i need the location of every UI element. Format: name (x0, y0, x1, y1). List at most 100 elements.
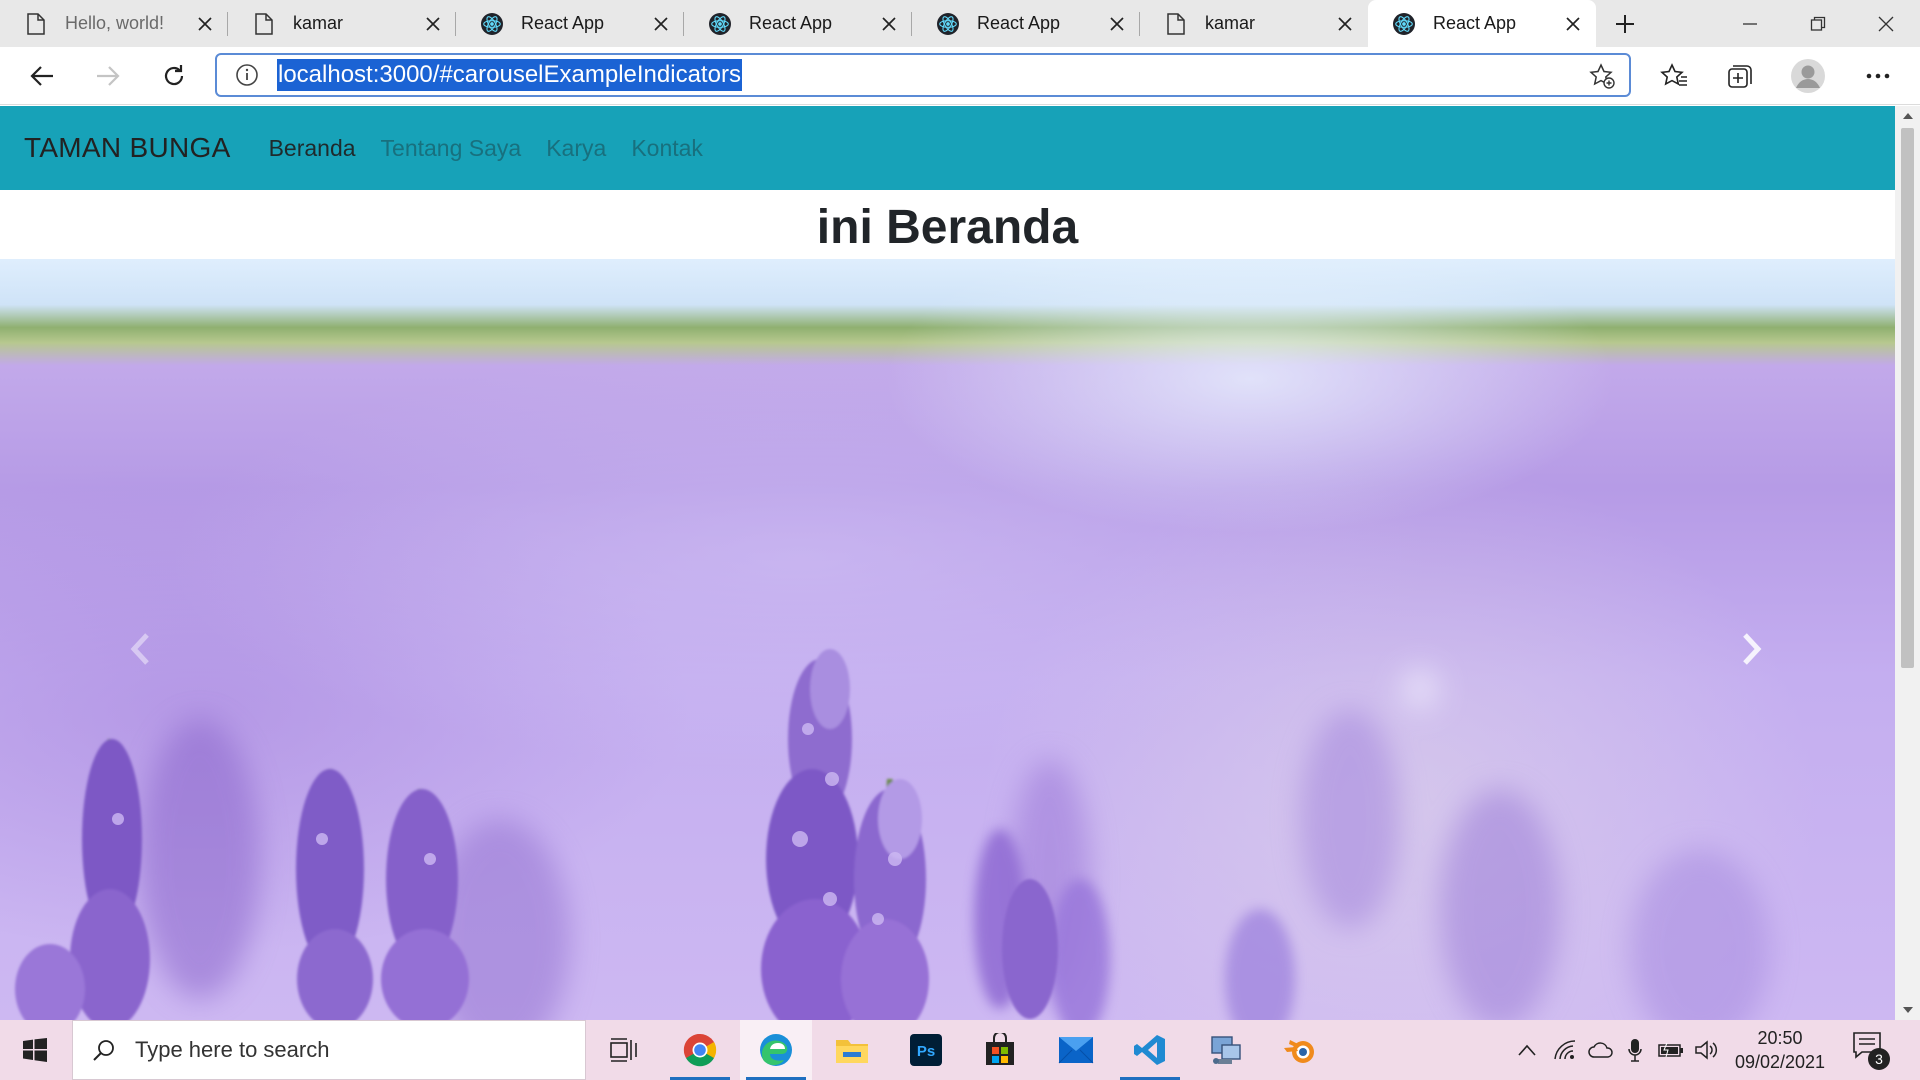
blender-icon (1284, 1040, 1314, 1063)
minimize-button[interactable] (1716, 0, 1784, 47)
taskbar-network-tool[interactable] (1190, 1020, 1262, 1080)
browser-tab[interactable]: React App (912, 0, 1140, 47)
tray-volume[interactable] (1690, 1020, 1724, 1080)
window-controls (1716, 0, 1920, 47)
favorites-button[interactable] (1654, 56, 1694, 96)
close-tab-icon[interactable] (194, 13, 216, 35)
nav-link-beranda[interactable]: Beranda (269, 135, 356, 162)
tab-title: React App (521, 13, 605, 33)
close-tab-icon[interactable] (1562, 13, 1584, 35)
svg-text:Ps: Ps (917, 1043, 935, 1060)
arrow-left-icon (30, 66, 53, 86)
nav-link-tentang-saya[interactable]: Tentang Saya (381, 135, 522, 162)
site-brand[interactable]: TAMAN BUNGA (24, 132, 231, 164)
star-add-icon (1589, 63, 1615, 89)
close-tab-icon[interactable] (878, 13, 900, 35)
scroll-down-button[interactable] (1895, 1000, 1920, 1020)
wifi-icon (1554, 1040, 1576, 1060)
carousel-prev-button[interactable] (110, 619, 170, 679)
browser-tab[interactable]: Hello, world! (0, 0, 228, 47)
nav-link-karya[interactable]: Karya (546, 135, 606, 162)
taskbar-store[interactable] (964, 1020, 1036, 1080)
carousel (0, 259, 1895, 1020)
search-placeholder[interactable]: Type here to search (135, 1037, 329, 1063)
tab-strip: Hello, world! kamar React App React App Reac… (0, 0, 1920, 47)
taskbar-photoshop[interactable]: Ps (890, 1020, 962, 1080)
profile-button[interactable] (1788, 56, 1828, 96)
page-title: ini Beranda (816, 201, 1079, 254)
taskbar-search[interactable]: Type here to search (72, 1020, 586, 1080)
tab-title: React App (977, 13, 1061, 33)
url-text[interactable]: localhost:3000/#carouselExampleIndicator… (277, 59, 742, 91)
browser-tab[interactable]: kamar (1140, 0, 1368, 47)
page-scrollbar[interactable] (1895, 106, 1920, 1020)
task-view-button[interactable] (588, 1020, 660, 1080)
refresh-button[interactable] (154, 56, 194, 96)
collections-button[interactable] (1720, 56, 1760, 96)
react-icon (481, 12, 503, 35)
cloud-icon (1588, 1042, 1613, 1058)
tab-title: kamar (293, 13, 344, 33)
scroll-thumb[interactable] (1901, 128, 1914, 668)
forward-button[interactable] (88, 56, 128, 96)
chrome-icon (683, 1033, 717, 1067)
react-icon (709, 12, 731, 35)
search-icon (93, 1040, 114, 1061)
close-tab-icon[interactable] (1334, 13, 1356, 35)
browser-tab[interactable]: React App (1368, 0, 1596, 47)
chevron-right-icon (1743, 633, 1762, 665)
carousel-next-button[interactable] (1722, 619, 1782, 679)
tray-overflow-button[interactable] (1510, 1020, 1544, 1080)
file-explorer-icon (836, 1040, 868, 1063)
mail-icon (1058, 1037, 1094, 1064)
arrow-right-icon (97, 66, 120, 86)
windows-icon (23, 1038, 47, 1062)
add-favorite-button[interactable] (1587, 61, 1617, 91)
restore-icon (1810, 16, 1826, 31)
caret-up-icon (1902, 113, 1913, 119)
taskbar-chrome[interactable] (664, 1020, 736, 1080)
taskbar-vscode[interactable] (1114, 1020, 1186, 1080)
nav-link-kontak[interactable]: Kontak (631, 135, 703, 162)
tray-wifi[interactable] (1548, 1020, 1582, 1080)
address-bar[interactable]: localhost:3000/#carouselExampleIndicator… (215, 53, 1631, 97)
close-tab-icon[interactable] (1106, 13, 1128, 35)
taskbar-mail[interactable] (1040, 1020, 1112, 1080)
browser-tab[interactable]: React App (684, 0, 912, 47)
react-icon (1393, 12, 1415, 35)
tab-title: Hello, world! (65, 13, 165, 33)
tray-microphone[interactable] (1620, 1020, 1650, 1080)
taskbar-file-explorer[interactable] (816, 1020, 888, 1080)
tray-battery[interactable] (1654, 1020, 1688, 1080)
notification-center-button[interactable]: 3 (1852, 1030, 1892, 1070)
site-info-button[interactable] (217, 55, 277, 95)
task-view-icon (610, 1038, 637, 1062)
network-tool-icon (1211, 1036, 1241, 1064)
vscode-icon (1134, 1035, 1165, 1065)
scroll-up-button[interactable] (1895, 106, 1920, 126)
taskbar: Type here to search Ps 20:50 09/02/2021 … (0, 1020, 1920, 1080)
info-icon (236, 64, 258, 86)
tab-title: React App (749, 13, 833, 33)
browser-tab[interactable]: kamar (228, 0, 456, 47)
restore-button[interactable] (1784, 0, 1852, 47)
close-icon (1878, 16, 1894, 31)
back-button[interactable] (22, 56, 62, 96)
close-window-button[interactable] (1852, 0, 1920, 47)
caret-down-icon (1902, 1007, 1913, 1013)
tab-title: kamar (1205, 13, 1256, 33)
page-icon (25, 12, 47, 35)
new-tab-button[interactable] (1596, 0, 1654, 47)
browser-tab[interactable]: React App (456, 0, 684, 47)
favorites-icon (1660, 63, 1687, 86)
close-tab-icon[interactable] (650, 13, 672, 35)
start-button[interactable] (0, 1020, 70, 1080)
close-tab-icon[interactable] (422, 13, 444, 35)
settings-menu-button[interactable] (1858, 56, 1898, 96)
taskbar-clock[interactable]: 20:50 09/02/2021 (1720, 1026, 1840, 1074)
taskbar-edge[interactable] (740, 1020, 812, 1080)
tray-onedrive[interactable] (1584, 1020, 1618, 1080)
taskbar-blender[interactable] (1264, 1020, 1336, 1080)
site-navbar: TAMAN BUNGA Beranda Tentang Saya Karya K… (0, 106, 1895, 190)
store-icon (986, 1033, 1014, 1065)
